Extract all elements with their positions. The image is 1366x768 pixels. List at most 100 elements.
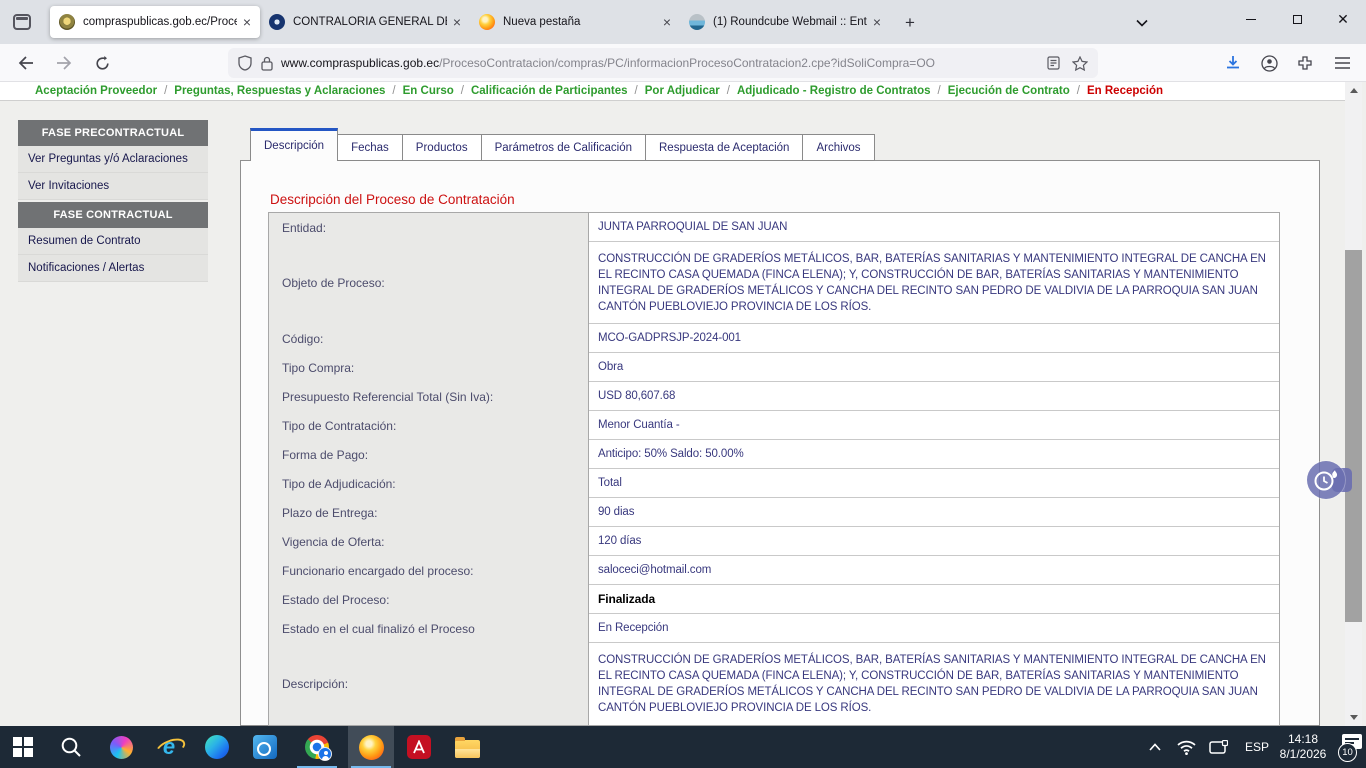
sidebar-item-invitaciones[interactable]: Ver Invitaciones: [18, 173, 208, 200]
breadcrumb-link[interactable]: Adjudicado - Registro de Contratos: [737, 85, 931, 97]
acrobat-icon[interactable]: [396, 726, 442, 768]
breadcrumb-link[interactable]: Por Adjudicar: [645, 85, 720, 97]
close-icon[interactable]: ×: [663, 15, 671, 29]
field-label: Entidad:: [269, 213, 589, 242]
browser-tab-new[interactable]: Nueva pestaña ×: [470, 6, 680, 38]
url-text: www.compraspublicas.gob.ec/ProcesoContra…: [281, 56, 1047, 70]
table-row: Funcionario encargado del proceso: saloc…: [269, 556, 1279, 585]
minimize-icon[interactable]: [1228, 0, 1274, 38]
bookmark-star-icon[interactable]: [1072, 56, 1088, 71]
sidebar-item-preguntas[interactable]: Ver Preguntas y/ó Aclaraciones: [18, 146, 208, 173]
roundcube-favicon: [689, 14, 705, 30]
sidebar-item-notificaciones[interactable]: Notificaciones / Alertas: [18, 255, 208, 282]
tab-list-chevron-icon[interactable]: [1130, 12, 1154, 34]
process-detail-table: Entidad: JUNTA PARROQUIAL DE SAN JUAN Ob…: [268, 212, 1280, 726]
tab-descripcion[interactable]: Descripción: [250, 128, 338, 161]
breadcrumb-separator: /: [938, 85, 941, 97]
shield-icon[interactable]: [238, 55, 252, 71]
table-row-estado: Estado del Proceso: Finalizada: [269, 585, 1279, 614]
field-value: Obra: [589, 353, 1279, 382]
page-title: Descripción del Proceso de Contratación: [270, 192, 515, 207]
table-row: Vigencia de Oferta: 120 días: [269, 527, 1279, 556]
clock-date: 8/1/2026: [1280, 747, 1327, 762]
search-icon[interactable]: [48, 726, 94, 768]
tab-respuesta[interactable]: Respuesta de Aceptación: [645, 134, 803, 161]
reload-icon[interactable]: [88, 51, 116, 75]
breadcrumb-link[interactable]: Ejecución de Contrato: [948, 85, 1070, 97]
scroll-up-icon[interactable]: [1345, 82, 1362, 99]
breadcrumb-link[interactable]: Preguntas, Respuestas y Aclaraciones: [174, 85, 385, 97]
tray-chevron-icon[interactable]: [1142, 726, 1168, 768]
close-icon[interactable]: ×: [243, 15, 251, 29]
field-label: Estado en el cual finalizó el Proceso: [269, 614, 589, 643]
window-close-icon[interactable]: ✕: [1320, 0, 1366, 38]
browser-tab-contraloria[interactable]: CONTRALORIA GENERAL DEL E ×: [260, 6, 470, 38]
explorer-icon[interactable]: [444, 726, 490, 768]
tab-parametros[interactable]: Parámetros de Calificación: [481, 134, 646, 161]
tab-fechas[interactable]: Fechas: [337, 134, 403, 161]
firefox-view-icon[interactable]: [13, 14, 31, 30]
url-bar[interactable]: www.compraspublicas.gob.ec/ProcesoContra…: [228, 48, 1098, 78]
tab-productos[interactable]: Productos: [402, 134, 482, 161]
downloads-icon[interactable]: [1219, 50, 1247, 76]
breadcrumb-link[interactable]: En Curso: [403, 85, 454, 97]
breadcrumb-separator: /: [635, 85, 638, 97]
process-tabs: Descripción Fechas Productos Parámetros …: [250, 128, 874, 161]
breadcrumb-link[interactable]: Calificación de Participantes: [471, 85, 628, 97]
scroll-down-icon[interactable]: [1345, 709, 1362, 726]
back-icon[interactable]: [12, 51, 40, 75]
table-row: Tipo de Contratación: Menor Cuantía -: [269, 411, 1279, 440]
tab-archivos[interactable]: Archivos: [802, 134, 874, 161]
ecuador-favicon: [59, 14, 75, 30]
screen: compraspublicas.gob.ec/Proces × CONTRALO…: [0, 0, 1366, 768]
forward-icon[interactable]: [50, 51, 78, 75]
outlook-icon[interactable]: [242, 726, 288, 768]
browser-tab-strip: compraspublicas.gob.ec/Proces × CONTRALO…: [0, 0, 1366, 44]
menu-icon[interactable]: [1328, 50, 1356, 76]
chrome-icon[interactable]: [294, 726, 340, 768]
sidebar-header-contractual: FASE CONTRACTUAL: [18, 202, 208, 228]
field-value: MCO-GADPRSJP-2024-001: [589, 324, 1279, 353]
field-label: Funcionario encargado del proceso:: [269, 556, 589, 585]
sidebar-item-resumen[interactable]: Resumen de Contrato: [18, 228, 208, 255]
browser-tab-roundcube[interactable]: (1) Roundcube Webmail :: Entra ×: [680, 6, 890, 38]
field-value: 120 días: [589, 527, 1279, 556]
breadcrumb-separator: /: [461, 85, 464, 97]
extensions-icon[interactable]: [1291, 50, 1319, 76]
language-indicator[interactable]: ESP: [1240, 726, 1274, 768]
extension-clock-flame-icon[interactable]: [1307, 461, 1345, 499]
contraloria-favicon: [269, 14, 285, 30]
field-value: Menor Cuantía -: [589, 411, 1279, 440]
notification-icon[interactable]: 10: [1334, 726, 1366, 768]
close-icon[interactable]: ×: [453, 15, 461, 29]
new-tab-icon[interactable]: +: [898, 11, 922, 35]
start-icon[interactable]: [0, 726, 46, 768]
sidebar-header-precontractual: FASE PRECONTRACTUAL: [18, 120, 208, 146]
reader-mode-icon[interactable]: [1047, 56, 1060, 70]
sidebar: FASE PRECONTRACTUAL Ver Preguntas y/ó Ac…: [18, 120, 208, 282]
edge-icon[interactable]: [194, 726, 240, 768]
page-scrollbar[interactable]: [1345, 82, 1362, 726]
breadcrumb-link[interactable]: Aceptación Proveedor: [35, 85, 157, 97]
table-row: Entidad: JUNTA PARROQUIAL DE SAN JUAN: [269, 213, 1279, 242]
lock-icon[interactable]: [261, 56, 273, 71]
scrollbar-thumb[interactable]: [1345, 250, 1362, 622]
close-icon[interactable]: ×: [873, 15, 881, 29]
account-icon[interactable]: [1255, 50, 1283, 76]
browser-tab-active[interactable]: compraspublicas.gob.ec/Proces ×: [50, 6, 260, 38]
taskbar: e ESP 14:18 8/1/2026 10: [0, 726, 1366, 768]
firefox-icon[interactable]: [348, 726, 394, 768]
clock[interactable]: 14:18 8/1/2026: [1272, 726, 1334, 768]
ie-icon[interactable]: e: [146, 726, 192, 768]
chrome-profile-badge: [318, 747, 332, 761]
wifi-icon[interactable]: [1172, 726, 1200, 768]
breadcrumb-separator: /: [164, 85, 167, 97]
breadcrumb-separator: /: [392, 85, 395, 97]
copilot-icon[interactable]: [98, 726, 144, 768]
display-icon[interactable]: [1204, 726, 1232, 768]
restore-icon[interactable]: [1274, 0, 1320, 38]
field-value: 90 dias: [589, 498, 1279, 527]
clock-time: 14:18: [1288, 732, 1318, 747]
breadcrumb-separator: /: [727, 85, 730, 97]
table-row: Tipo de Adjudicación: Total: [269, 469, 1279, 498]
